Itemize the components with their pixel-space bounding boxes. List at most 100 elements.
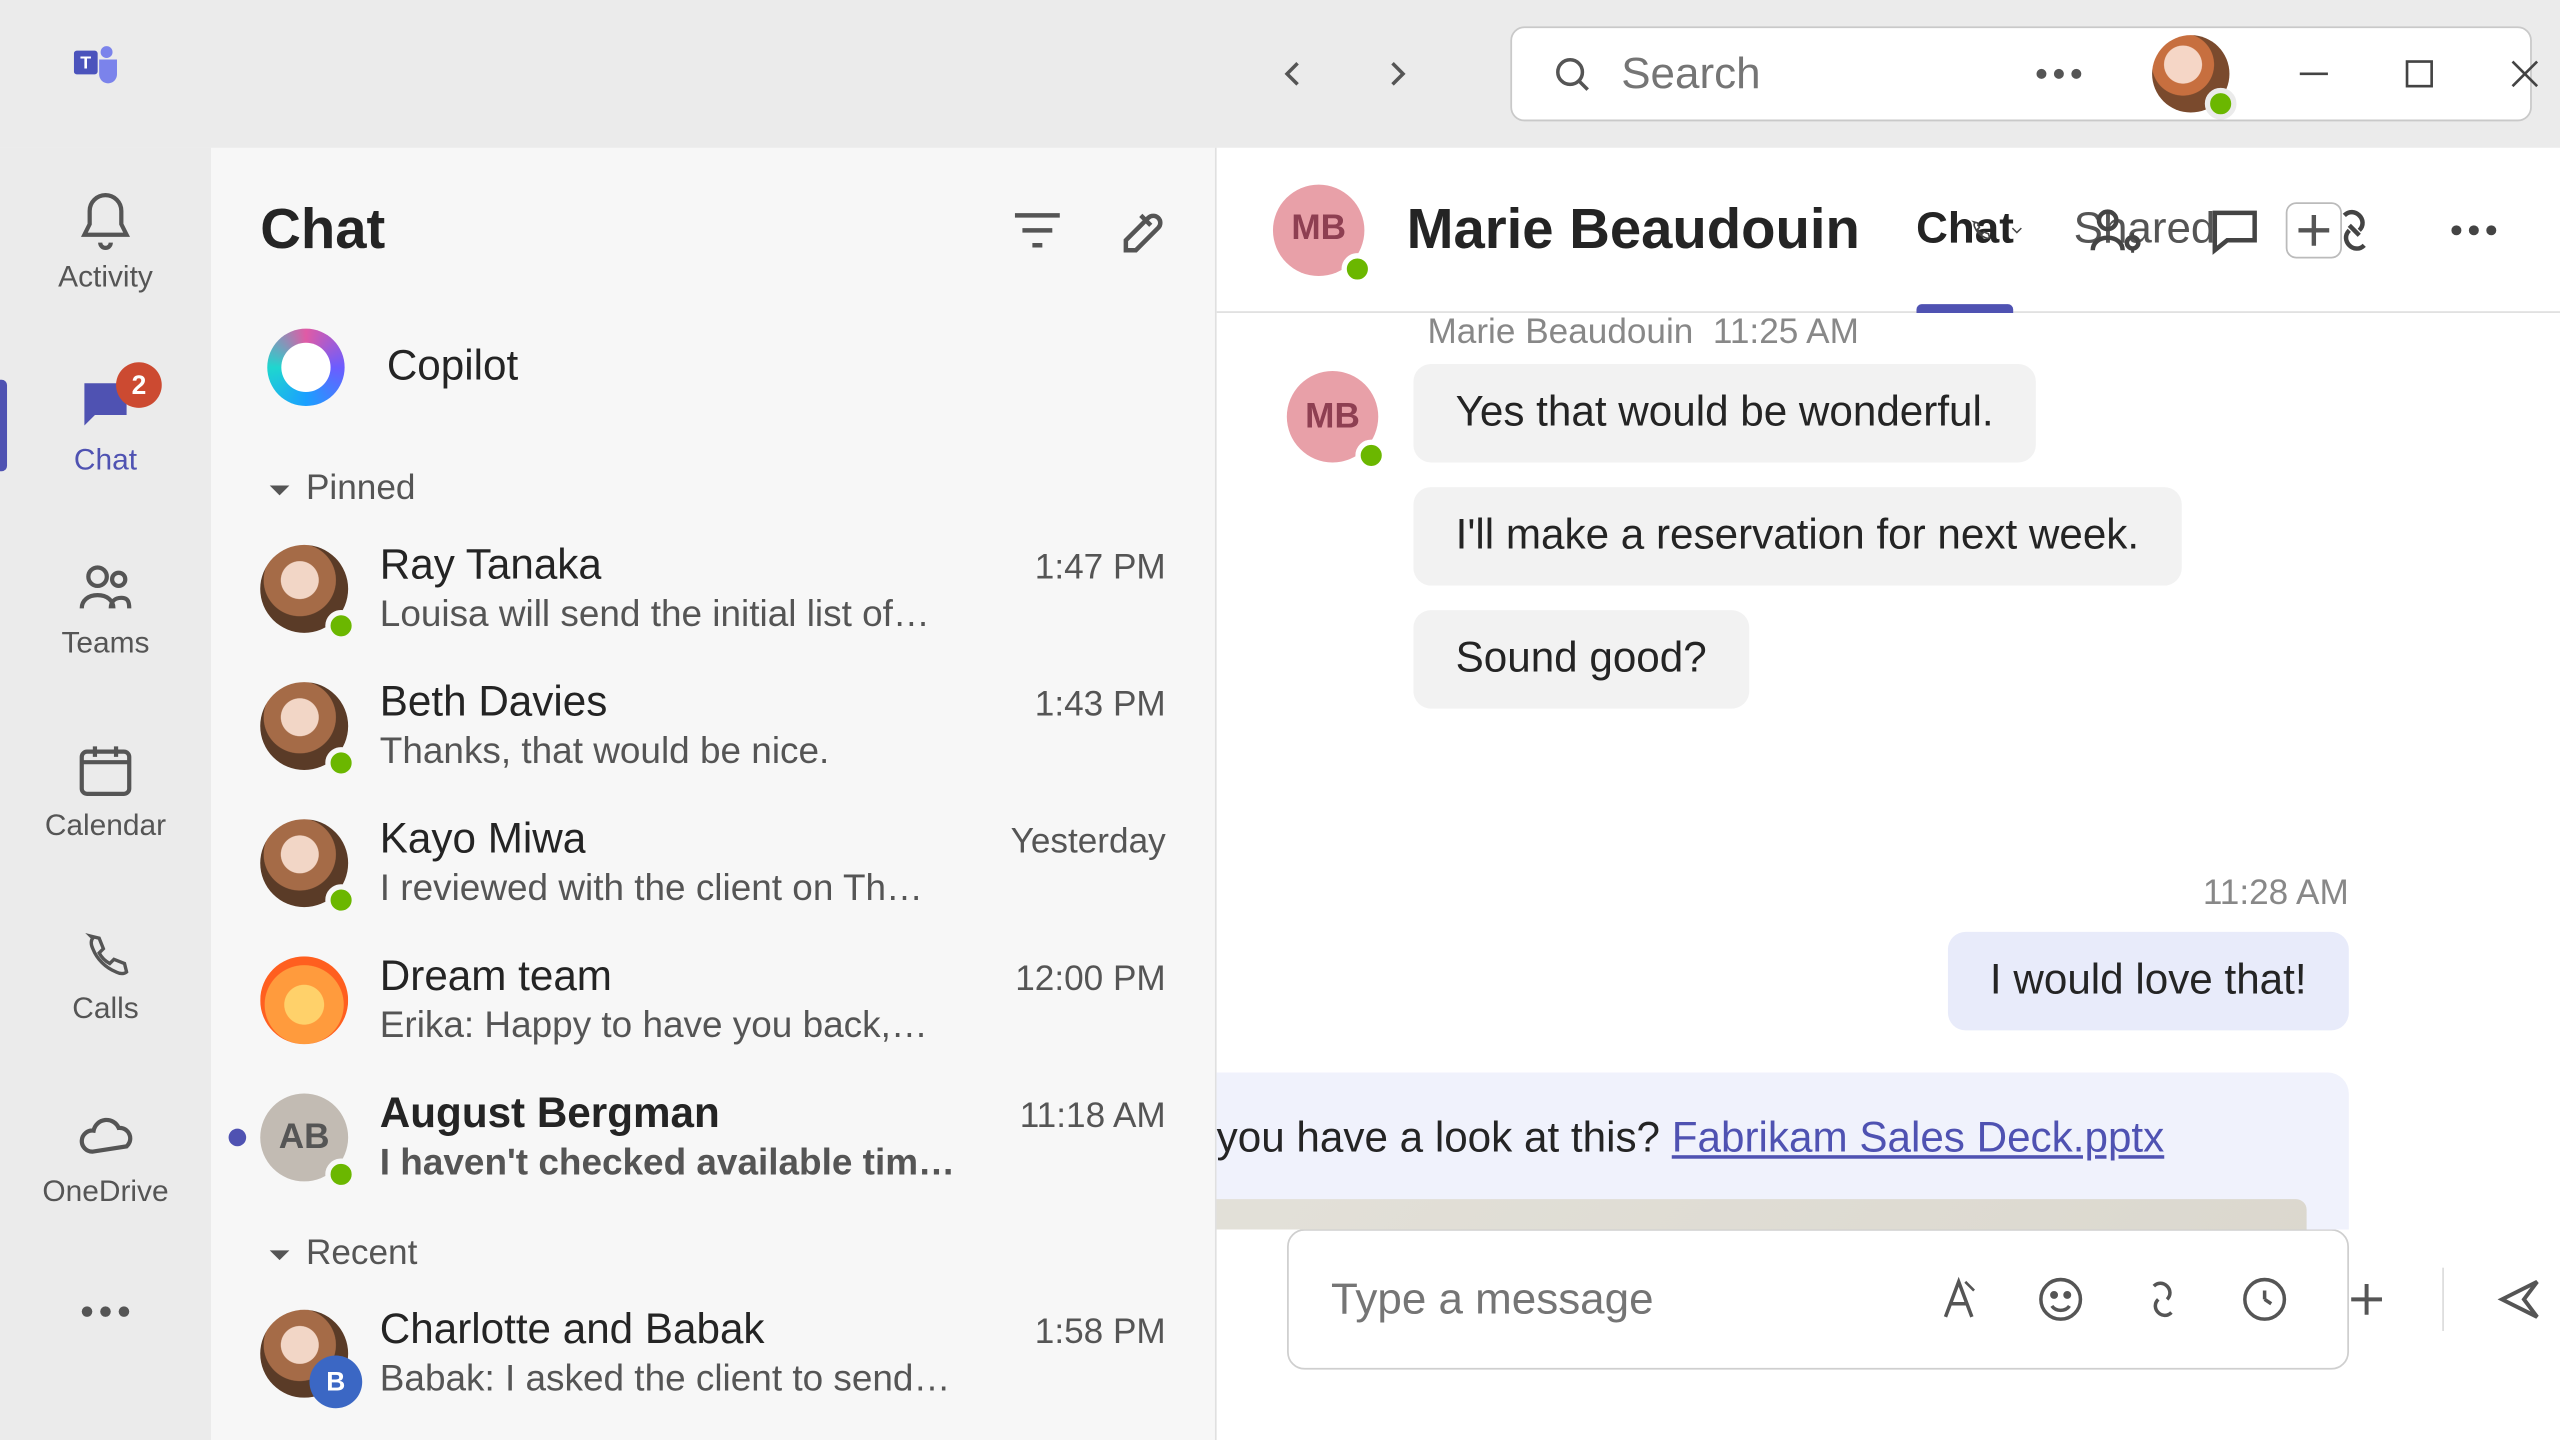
copilot-label: Copilot (387, 343, 518, 392)
bell-icon (74, 190, 137, 253)
chat-avatar: B (260, 1310, 348, 1398)
chat-list-item[interactable]: Dream team 12:00 PM Erika: Happy to have y… (225, 932, 1201, 1069)
format-button[interactable] (1932, 1273, 1985, 1326)
rail-calls[interactable]: Calls (0, 907, 211, 1041)
rail-chat[interactable]: 2 Chat (0, 359, 211, 493)
divider (2442, 1268, 2444, 1331)
message-bubble[interactable]: Sound good? (1414, 610, 1749, 708)
section-recent[interactable]: Recent (225, 1206, 1201, 1285)
chat-avatar (260, 682, 348, 770)
more-options-button[interactable] (2444, 200, 2504, 260)
chat-item-name: Ray Tanaka (380, 542, 602, 591)
chat-list-panel: Chat Copilot Pinned Ray Tanaka 1:47 PM Lou… (211, 148, 1217, 1440)
chat-item-name: August Bergman (380, 1090, 720, 1139)
attachment-preview[interactable]: 01 Digital Marketing Online Campaign 01 … (1217, 1199, 2307, 1229)
calendar-icon (74, 738, 137, 801)
phone-icon (74, 921, 137, 984)
message-meta: Marie Beaudouin 11:25 AM (1287, 313, 2349, 353)
chat-list-item[interactable]: ABAugust Bergman11:18 AMI haven't checke… (225, 1069, 1201, 1206)
presence-available-icon (325, 884, 357, 916)
chat-item-preview: Erika: Happy to have you back,… (380, 1006, 1166, 1048)
chat-list-item[interactable]: Ray Tanaka 1:47 PM Louisa will send the in… (225, 520, 1201, 657)
loop-button[interactable] (2136, 1273, 2189, 1326)
message-time: 11:28 AM (2203, 874, 2349, 914)
sender-avatar[interactable]: MB (1287, 371, 1378, 462)
presence-available-icon (2205, 88, 2237, 120)
chat-item-name: Kayo Miwa (380, 816, 586, 865)
conversation-header: MB Marie Beaudouin Chat Shared (1217, 148, 2560, 313)
attachment-link[interactable]: Fabrikam Sales Deck.pptx (1672, 1115, 2165, 1162)
chat-item-preview: I reviewed with the client on Th… (380, 869, 1166, 911)
rail-calendar[interactable]: Calendar (0, 724, 211, 858)
chat-list-item[interactable]: Beth Davies1:43 PMThanks, that would be … (225, 658, 1201, 795)
record-button[interactable] (2238, 1273, 2291, 1326)
rail-teams[interactable]: Teams (0, 542, 211, 676)
rail-label: Calls (72, 992, 138, 1027)
chat-item-time: Yesterday (1011, 823, 1166, 863)
chat-item-preview: Louisa will send the initial list of… (380, 594, 1166, 636)
window-minimize-button[interactable] (2293, 53, 2335, 95)
unread-badge: 2 (116, 362, 162, 408)
chat-item-preview: I haven't checked available tim… (380, 1143, 1166, 1185)
attach-add-button[interactable] (2340, 1273, 2393, 1326)
chat-avatar (260, 545, 348, 633)
message-bubble[interactable]: Yes that would be wonderful. (1414, 364, 2036, 462)
rail-activity[interactable]: Activity (0, 176, 211, 310)
chat-list-item[interactable]: Kayo Miwa Yesterday I reviewed with the cl… (225, 795, 1201, 932)
presence-available-icon (1356, 440, 1388, 472)
message-input[interactable] (1331, 1274, 1897, 1325)
contact-avatar[interactable]: MB (1273, 184, 1364, 275)
attachment-intro: Oh btw Marie, could you have a look at t… (1217, 1115, 2307, 1164)
section-pinned[interactable]: Pinned (225, 441, 1201, 520)
rail-label: Calendar (45, 809, 166, 844)
message-bubble[interactable]: I'll make a reservation for next week. (1414, 487, 2182, 585)
app-rail: Activity 2 Chat Teams Calendar Calls (0, 148, 211, 1440)
chat-list-item[interactable]: ECEmiliano Ceballos1:55 PM😂😂 (225, 1422, 1201, 1440)
chat-list-title: Chat (260, 197, 969, 262)
chevron-down-icon (2008, 215, 2026, 243)
chat-item-preview: Thanks, that would be nice. (380, 731, 1166, 773)
profile-avatar[interactable] (2152, 35, 2229, 112)
caret-down-icon (267, 1242, 292, 1267)
send-button[interactable] (2493, 1273, 2546, 1326)
nav-forward-button[interactable] (1377, 53, 1419, 95)
presence-available-icon (325, 610, 357, 642)
nav-back-button[interactable] (1271, 53, 1313, 95)
copilot-chat-item[interactable]: Copilot (225, 294, 1201, 442)
outgoing-message-group: 11:28 AM I would love that! Oh btw Marie… (1287, 874, 2349, 1229)
svg-text:T: T (80, 52, 91, 72)
more-icon (74, 1280, 137, 1343)
emoji-button[interactable] (2034, 1273, 2087, 1326)
add-people-button[interactable] (2085, 200, 2145, 260)
rail-label: Teams (61, 626, 149, 661)
rail-label: OneDrive (42, 1175, 168, 1210)
settings-more-button[interactable] (2029, 44, 2089, 104)
search-icon (1551, 53, 1593, 95)
message-bubble[interactable]: I would love that! (1948, 932, 2349, 1030)
window-maximize-button[interactable] (2398, 53, 2440, 95)
new-chat-button[interactable] (1106, 200, 1166, 260)
chat-item-preview: Babak: I asked the client to send… (380, 1359, 1166, 1401)
people-icon (74, 556, 137, 619)
rail-onedrive[interactable]: OneDrive (0, 1090, 211, 1224)
chat-item-name: Dream team (380, 953, 612, 1002)
conversation-title[interactable]: Marie Beaudouin (1407, 197, 1860, 262)
title-bar: T (0, 0, 2560, 148)
chat-list-item[interactable]: BCharlotte and Babak1:58 PMBabak: I aske… (225, 1285, 1201, 1422)
attachment-card: Oh btw Marie, could you have a look at t… (1217, 1073, 2349, 1229)
teams-logo-icon: T (74, 39, 122, 109)
chat-item-time: 12:00 PM (1015, 960, 1166, 1000)
open-chat-window-button[interactable] (2205, 200, 2265, 260)
messages-scroll-area[interactable]: Marie Beaudouin 11:25 AM MB Yes that wou… (1217, 313, 2560, 1229)
window-close-button[interactable] (2504, 53, 2546, 95)
caret-down-icon (267, 477, 292, 502)
rail-more[interactable] (0, 1273, 211, 1357)
copilot-button[interactable] (2324, 200, 2384, 260)
presence-available-icon (325, 747, 357, 779)
copilot-icon (267, 329, 344, 406)
chat-avatar (260, 819, 348, 907)
message-composer[interactable] (1287, 1229, 2349, 1370)
filter-button[interactable] (1007, 200, 1067, 260)
chat-item-time: 1:47 PM (1035, 549, 1166, 589)
call-button[interactable] (1966, 200, 2026, 260)
